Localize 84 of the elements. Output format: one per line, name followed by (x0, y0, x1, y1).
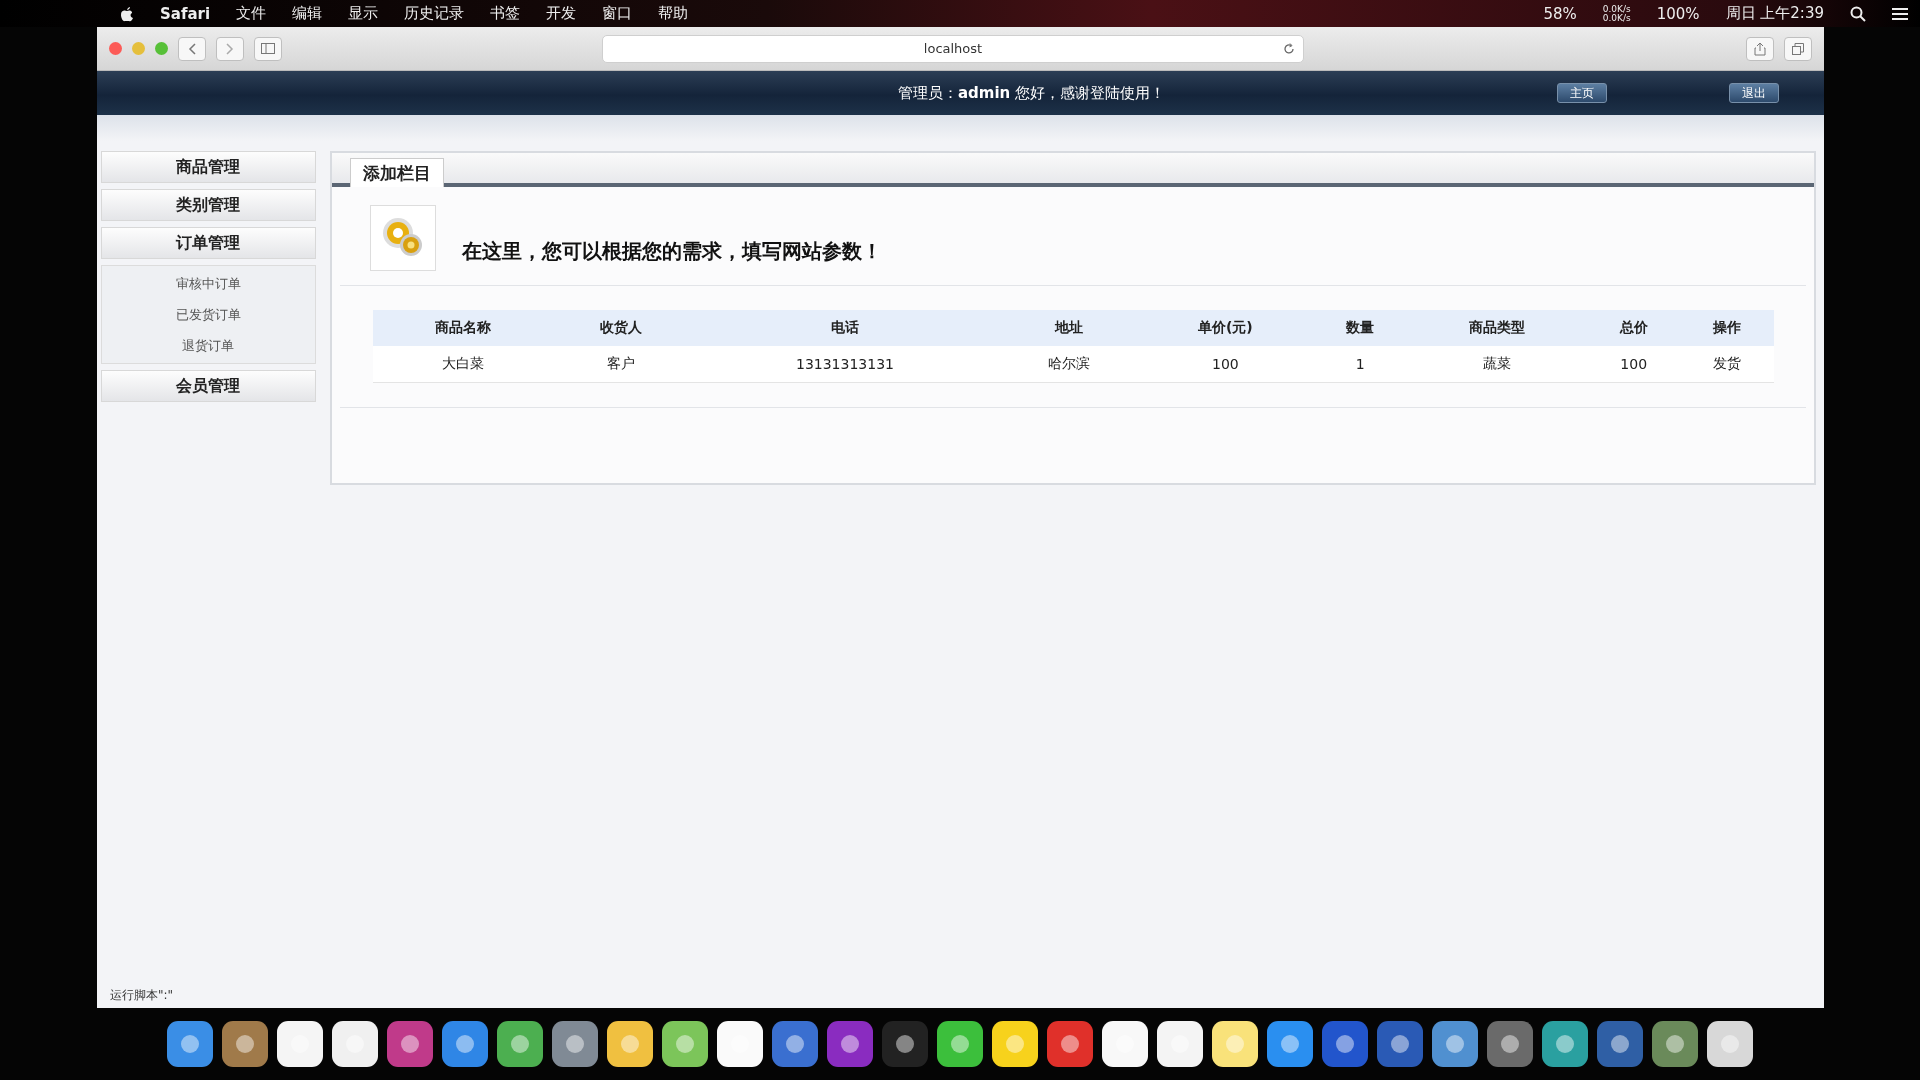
menu-item[interactable]: 显示 (348, 4, 379, 23)
app-icon[interactable] (167, 1021, 213, 1067)
gears-icon (369, 205, 436, 271)
app-icon[interactable] (717, 1021, 763, 1067)
network-speed[interactable]: 0.0K/s 0.0K/s (1602, 4, 1631, 23)
app-icon[interactable] (937, 1021, 983, 1067)
table-cell: 100 (1587, 346, 1681, 383)
column-header: 地址 (1000, 310, 1138, 346)
submenu-item[interactable]: 退货订单 (102, 330, 315, 361)
table-cell: 13131313131 (689, 346, 1001, 383)
table-cell: 1 (1313, 346, 1407, 383)
app-icon[interactable] (662, 1021, 708, 1067)
app-icon[interactable] (497, 1021, 543, 1067)
sidebar-group[interactable]: 订单管理 (101, 227, 316, 259)
column-header: 数量 (1313, 310, 1407, 346)
header-button[interactable]: 退出 (1729, 83, 1779, 103)
app-icon[interactable] (1267, 1021, 1313, 1067)
submenu-item[interactable]: 已发货订单 (102, 299, 315, 330)
app-icon[interactable] (607, 1021, 653, 1067)
app-icon[interactable] (827, 1021, 873, 1067)
app-icon[interactable] (1102, 1021, 1148, 1067)
status-reading[interactable]: 58% (1543, 4, 1577, 23)
menu-item[interactable]: 帮助 (658, 4, 689, 23)
menu-item[interactable]: 编辑 (292, 4, 323, 23)
sidebar-group[interactable]: 会员管理 (101, 370, 316, 402)
app-icon[interactable] (1377, 1021, 1423, 1067)
column-header: 单价(元) (1137, 310, 1314, 346)
table-cell: 哈尔滨 (1000, 346, 1138, 383)
menu-item[interactable]: 开发 (546, 4, 577, 23)
menu-item[interactable]: Safari (160, 4, 211, 23)
column-header: 商品名称 (372, 310, 553, 346)
reload-icon[interactable] (1283, 42, 1295, 55)
app-icon[interactable] (1047, 1021, 1093, 1067)
table-cell: 蔬菜 (1406, 346, 1588, 383)
app-icon[interactable] (1707, 1021, 1753, 1067)
app-icon[interactable] (1157, 1021, 1203, 1067)
list-icon[interactable] (1892, 6, 1908, 21)
column-header: 收货人 (552, 310, 690, 346)
app-icon[interactable] (1487, 1021, 1533, 1067)
table-cell: 大白菜 (372, 346, 553, 383)
app-icon[interactable] (1322, 1021, 1368, 1067)
app-icon[interactable] (772, 1021, 818, 1067)
submenu-item[interactable]: 审核中订单 (102, 268, 315, 299)
sidebar-icon[interactable] (261, 43, 275, 54)
sidebar-button[interactable] (254, 36, 282, 61)
app-icon[interactable] (1652, 1021, 1698, 1067)
menu-item[interactable]: 历史记录 (404, 4, 465, 23)
intro-heading: 在这里，您可以根据您的需求，填写网站参数！ (461, 237, 882, 265)
app-icon[interactable] (332, 1021, 378, 1067)
menu-item[interactable]: 窗口 (602, 4, 633, 23)
header-button[interactable]: 主页 (1557, 83, 1607, 103)
back-icon[interactable] (188, 42, 196, 55)
search-icon[interactable] (1850, 5, 1866, 22)
sidebar-group[interactable]: 类别管理 (101, 189, 316, 221)
apple-icon[interactable] (120, 5, 134, 22)
column-header: 操作 (1680, 310, 1774, 346)
status-text: 运行脚本":" (109, 987, 175, 1004)
app-icon[interactable] (1542, 1021, 1588, 1067)
tabs-icon[interactable] (1792, 42, 1804, 55)
app-icon[interactable] (1212, 1021, 1258, 1067)
menu-clock[interactable]: 周日 上午2:39 (1725, 4, 1824, 23)
app-icon[interactable] (222, 1021, 268, 1067)
table-cell: 100 (1137, 346, 1314, 383)
menu-item[interactable]: 书签 (490, 4, 521, 23)
app-icon[interactable] (1432, 1021, 1478, 1067)
menu-item[interactable]: 文件 (236, 4, 267, 23)
welcome-message: 管理员：admin 您好，感谢登陆使用！ (897, 83, 1165, 103)
share-icon[interactable] (1754, 41, 1766, 56)
app-icon[interactable] (387, 1021, 433, 1067)
column-header: 商品类型 (1406, 310, 1588, 346)
app-icon[interactable] (552, 1021, 598, 1067)
panel-tab[interactable]: 添加栏目 (349, 158, 444, 187)
address-field[interactable]: localhost (602, 34, 1304, 63)
sidebar-group[interactable]: 商品管理 (101, 151, 316, 183)
column-header: 电话 (689, 310, 1001, 346)
tabs-button[interactable] (1784, 36, 1812, 61)
ship-link[interactable]: 发货 (1680, 346, 1774, 383)
app-icon[interactable] (442, 1021, 488, 1067)
column-header: 总价 (1587, 310, 1681, 346)
app-icon[interactable] (992, 1021, 1038, 1067)
app-icon[interactable] (1597, 1021, 1643, 1067)
table-cell: 客户 (552, 346, 690, 383)
app-icon[interactable] (277, 1021, 323, 1067)
status-reading[interactable]: 100% (1656, 4, 1700, 23)
